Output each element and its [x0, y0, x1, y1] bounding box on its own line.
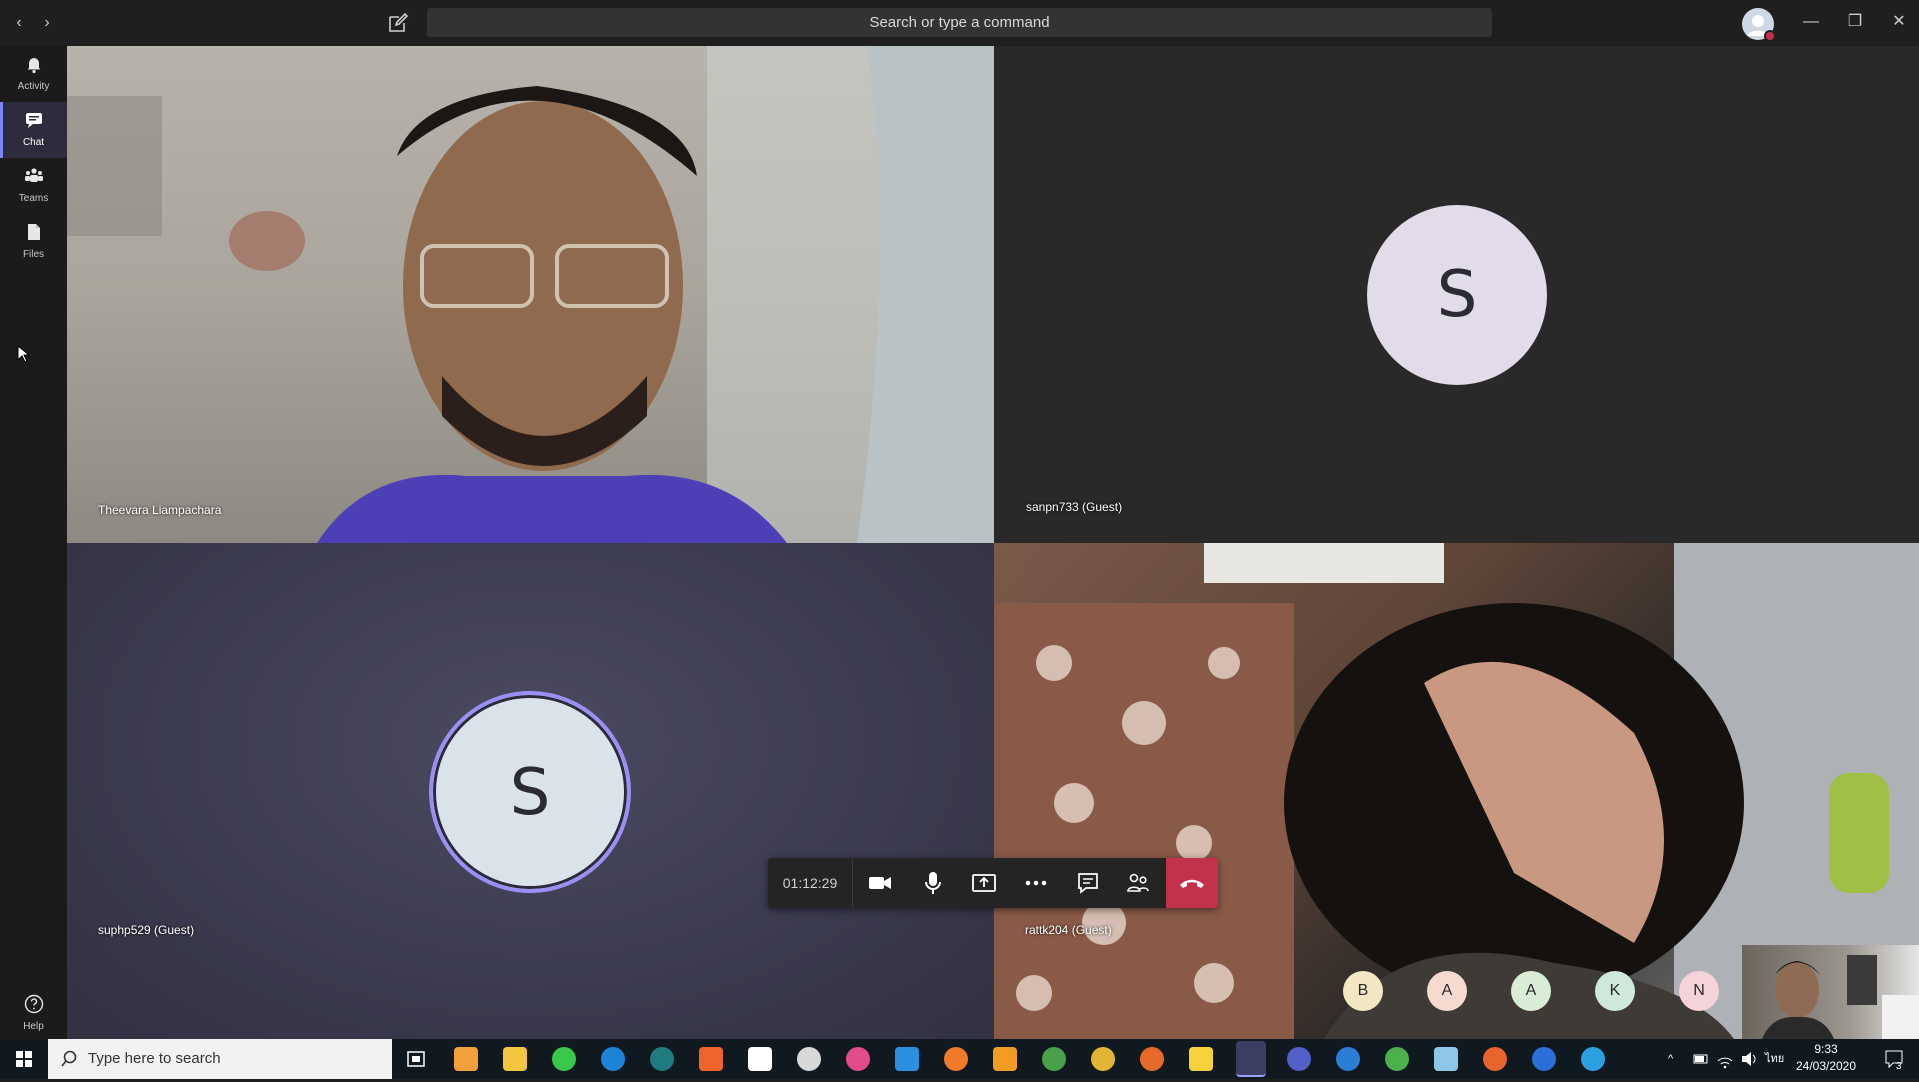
title-bar: ‹ › Search or type a command — ❐ ✕ — [0, 0, 1919, 46]
xampp-icon[interactable] — [699, 1047, 723, 1071]
search-icon — [61, 1050, 77, 1067]
notification-icon — [1885, 1050, 1903, 1069]
wifi-icon[interactable] — [1716, 1039, 1734, 1079]
notification-count: 3 — [1896, 1061, 1902, 1072]
self-view-video[interactable] — [1742, 945, 1919, 1039]
taskbar-search-input[interactable]: Type here to search — [48, 1039, 392, 1079]
internet-explorer-icon[interactable] — [1581, 1047, 1605, 1071]
rail-item-label: Files — [22, 249, 45, 260]
app-icon-green[interactable] — [1385, 1047, 1409, 1071]
camera-toggle-icon[interactable] — [865, 868, 895, 898]
forward-arrow-icon[interactable]: › — [36, 12, 58, 34]
microphone-icon[interactable] — [918, 868, 948, 898]
task-view-icon[interactable] — [404, 1047, 428, 1071]
windows-taskbar: Type here to search ^ ไทย 9:33 24/03/202… — [0, 1039, 1919, 1079]
sticky-notes-icon[interactable] — [1189, 1047, 1213, 1071]
file-explorer-icon[interactable] — [503, 1047, 527, 1071]
rail-item-activity[interactable]: Activity — [0, 46, 67, 102]
participant-bubble[interactable]: N — [1679, 971, 1719, 1011]
call-timer: 01:12:29 — [768, 858, 853, 908]
firefox-dev-icon[interactable] — [1483, 1047, 1507, 1071]
vscode-icon[interactable] — [895, 1047, 919, 1071]
rail-item-chat[interactable]: Chat — [0, 102, 67, 158]
mouse-cursor-icon — [17, 345, 29, 363]
participant-bubble[interactable]: K — [1595, 971, 1635, 1011]
clock-date: 24/03/2020 — [1795, 1059, 1857, 1073]
hang-up-icon — [1180, 879, 1204, 888]
sublime-icon[interactable] — [993, 1047, 1017, 1071]
participant-bubble[interactable]: A — [1427, 971, 1467, 1011]
tray-chevron-icon[interactable]: ^ — [1668, 1039, 1684, 1079]
show-conversation-icon[interactable] — [1073, 868, 1103, 898]
profile-avatar[interactable] — [1742, 8, 1776, 42]
app-icon-teal[interactable] — [650, 1047, 674, 1071]
call-controls: 01:12:29 — [768, 858, 1218, 908]
battery-icon[interactable] — [1692, 1039, 1710, 1079]
bell-icon — [27, 58, 40, 74]
leaf-app-icon[interactable] — [1042, 1047, 1066, 1071]
video-tile-sanpn733[interactable]: S sanpn733 (Guest) — [994, 46, 1919, 543]
compose-icon[interactable] — [386, 11, 410, 35]
volume-icon[interactable] — [1740, 1039, 1758, 1079]
taskbar-search-placeholder: Type here to search — [88, 1050, 221, 1067]
app-icon-lightblue[interactable] — [1434, 1047, 1458, 1071]
maps-icon[interactable] — [1532, 1047, 1556, 1071]
minimize-icon[interactable]: — — [1796, 8, 1826, 36]
rail-item-label: Help — [23, 1021, 44, 1032]
participants-icon[interactable] — [1123, 868, 1153, 898]
help-icon — [24, 994, 43, 1014]
participant-name: suphp529 (Guest) — [98, 923, 195, 937]
windows-start-icon[interactable] — [0, 1039, 48, 1079]
close-icon[interactable]: ✕ — [1884, 8, 1914, 36]
document-icon[interactable] — [748, 1047, 772, 1071]
command-search-input[interactable]: Search or type a command — [427, 8, 1492, 37]
app-icon-blue[interactable] — [1336, 1047, 1360, 1071]
rail-item-label: Activity — [17, 81, 50, 92]
video-tile-suphp529[interactable]: S suphp529 (Guest) — [67, 543, 994, 1039]
swift-app-icon[interactable] — [944, 1047, 968, 1071]
participant-bubble[interactable]: A — [1511, 971, 1551, 1011]
paint-app-icon[interactable] — [797, 1047, 821, 1071]
restore-icon[interactable]: ❐ — [1840, 8, 1870, 36]
more-options-icon[interactable] — [1021, 868, 1051, 898]
action-center-button[interactable]: 3 — [1880, 1039, 1910, 1079]
color-app-icon[interactable] — [846, 1047, 870, 1071]
back-arrow-icon[interactable]: ‹ — [8, 12, 30, 34]
participant-name: sanpn733 (Guest) — [1026, 500, 1123, 514]
rail-item-label: Teams — [18, 193, 49, 204]
participant-name: Theevara Liampachara — [98, 503, 222, 517]
teams-icon — [24, 168, 43, 182]
video-tile-theevara[interactable]: Theevara Liampachara — [67, 46, 994, 543]
participant-video — [67, 46, 994, 543]
participant-bubble[interactable]: B — [1343, 971, 1383, 1011]
rail-item-teams[interactable]: Teams — [0, 158, 67, 214]
chrome-icon[interactable] — [1091, 1047, 1115, 1071]
sketch-app-icon[interactable] — [454, 1047, 478, 1071]
input-language[interactable]: ไทย — [1765, 1039, 1784, 1079]
app-icon-purple[interactable] — [1287, 1047, 1311, 1071]
rail-item-help[interactable]: Help — [0, 986, 67, 1042]
share-screen-icon[interactable] — [969, 868, 999, 898]
participant-name: rattk204 (Guest) — [1025, 923, 1112, 937]
line-app-icon[interactable] — [552, 1047, 576, 1071]
participant-avatar: S — [1367, 205, 1547, 385]
self-video-feed — [1762, 955, 1919, 1039]
app-rail: Activity Chat Teams Files Help — [0, 46, 67, 1039]
participant-avatar: S — [429, 691, 631, 893]
busy-status-icon — [1764, 30, 1776, 42]
files-icon — [27, 224, 40, 240]
hang-up-button[interactable] — [1166, 858, 1218, 908]
chat-icon — [25, 113, 42, 128]
rail-item-files[interactable]: Files — [0, 214, 67, 270]
teams-app-icon[interactable] — [1236, 1041, 1266, 1077]
taskbar-clock[interactable]: 9:33 24/03/2020 — [1790, 1041, 1862, 1075]
edge-browser-icon[interactable] — [601, 1047, 625, 1071]
firefox-icon[interactable] — [1140, 1047, 1164, 1071]
rail-item-label: Chat — [22, 137, 45, 148]
clock-time: 9:33 — [1814, 1042, 1838, 1056]
